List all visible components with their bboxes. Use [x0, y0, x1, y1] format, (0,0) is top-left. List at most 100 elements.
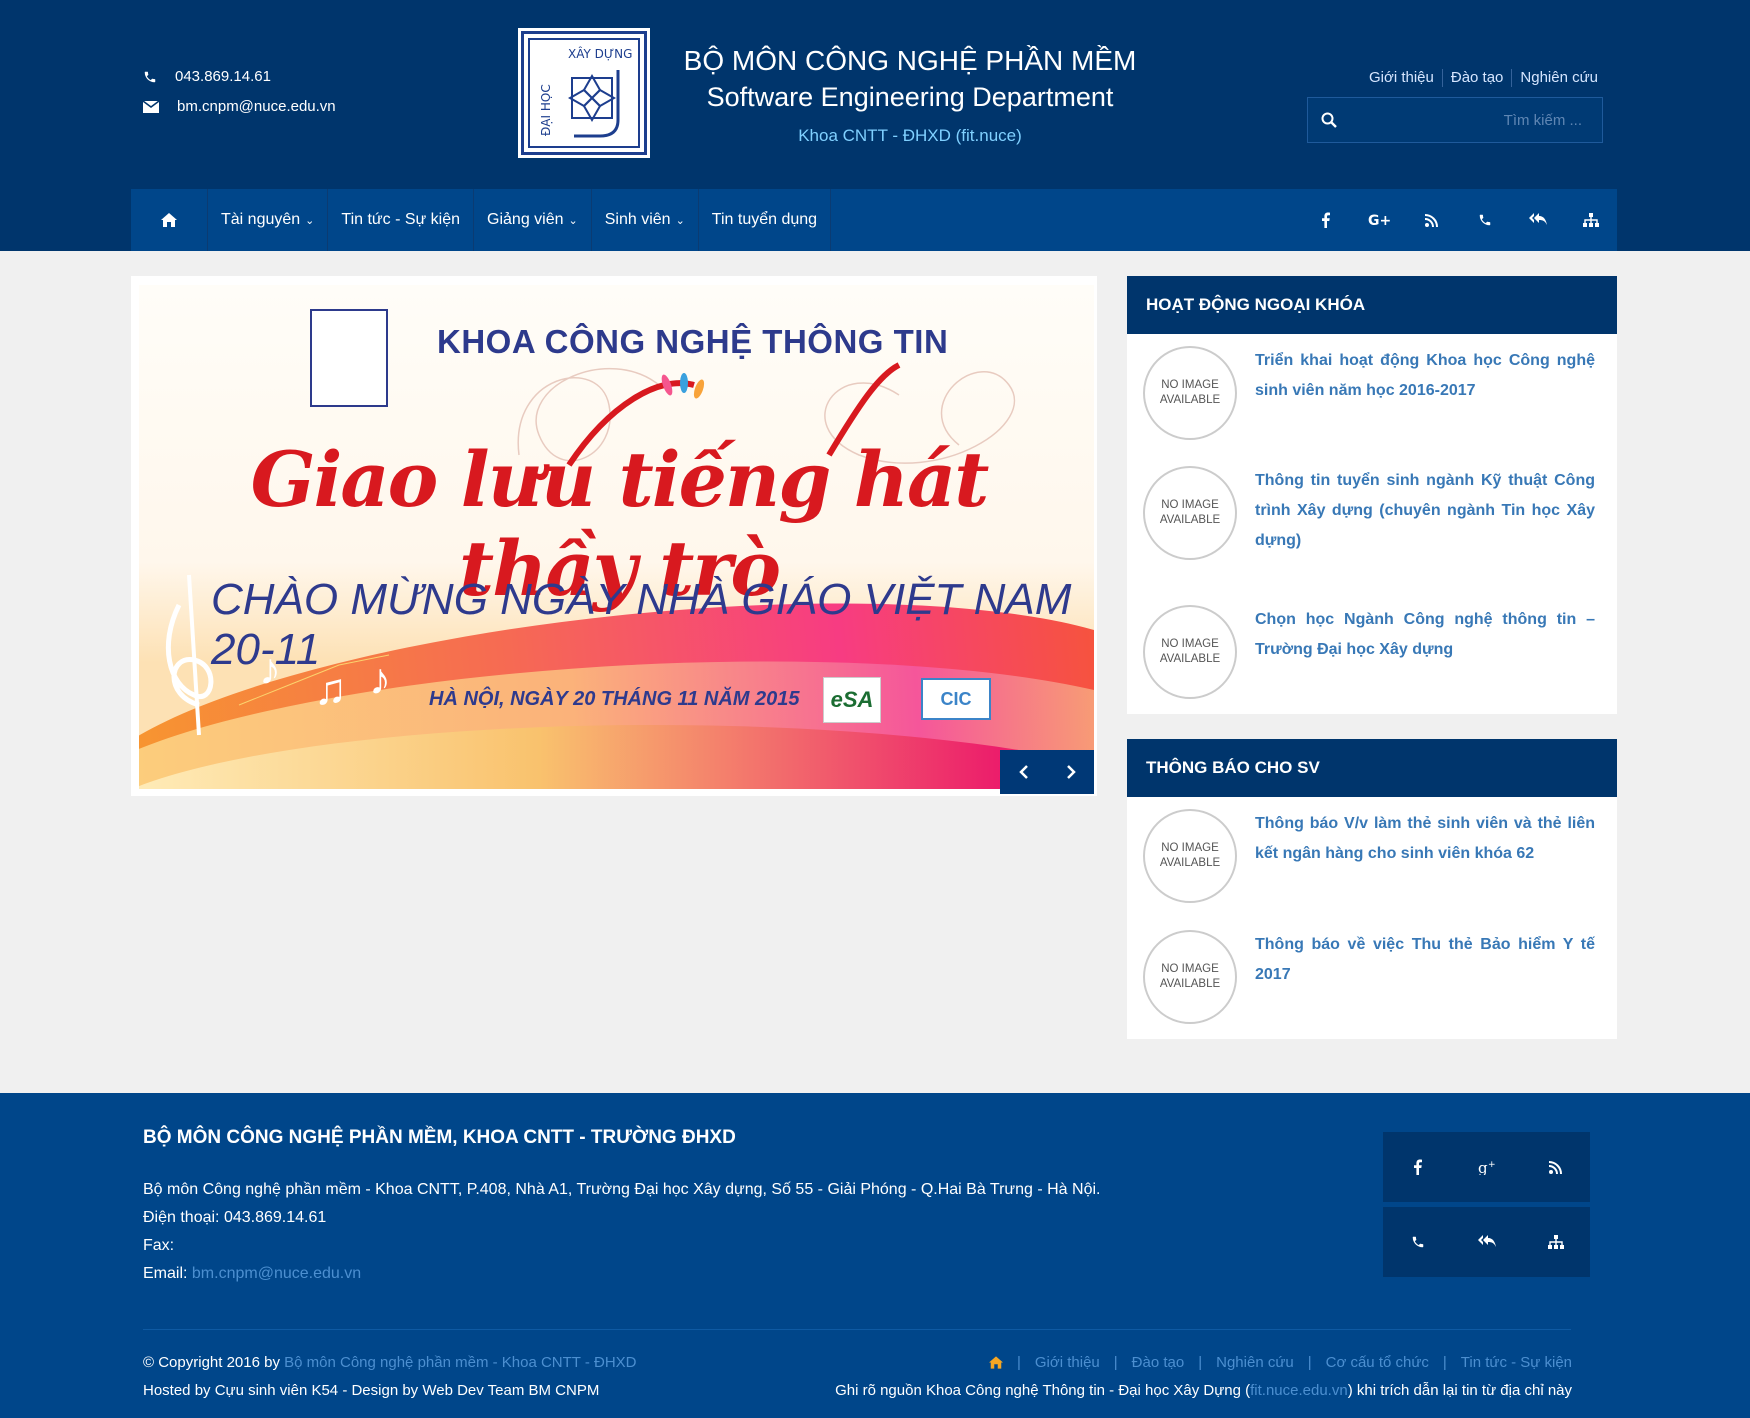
footer-link-nghien-cuu[interactable]: Nghiên cứu [1216, 1354, 1294, 1371]
banner-university-logo [310, 309, 388, 407]
footer-link-tin-tuc[interactable]: Tin tức - Sự kiện [1461, 1354, 1572, 1371]
sitemap-icon[interactable] [1521, 1207, 1590, 1277]
nav-home[interactable] [131, 189, 208, 251]
facebook-icon[interactable] [1299, 189, 1352, 251]
divider [1441, 69, 1443, 87]
site-brand[interactable]: BỘ MÔN CÔNG NGHỆ PHẦN MỀM Software Engin… [660, 44, 1160, 146]
nav-item-giang-vien[interactable]: Giảng viên ⌄ [474, 189, 592, 251]
separator: | [1016, 1354, 1021, 1371]
post-title[interactable]: Thông tin tuyển sinh ngành Kỹ thuật Công… [1255, 466, 1595, 560]
footer-link-co-cau[interactable]: Cơ cấu tổ chức [1326, 1354, 1429, 1371]
no-image-label: NO IMAGE [1161, 638, 1219, 650]
no-image-label: AVAILABLE [1159, 653, 1221, 665]
footer-links: | Giới thiệu | Đào tạo | Nghiên cứu | Cơ… [988, 1354, 1572, 1371]
home-icon[interactable] [988, 1354, 1003, 1371]
banner-date: HÀ NỘI, NGÀY 20 THÁNG 11 NĂM 2015 [429, 688, 800, 710]
chevron-right-icon[interactable] [1047, 750, 1094, 794]
nav-item-tai-nguyen[interactable]: Tài nguyên ⌄ [208, 189, 329, 251]
rss-icon[interactable] [1405, 189, 1458, 251]
svg-text:+: + [1488, 1160, 1496, 1170]
rss-icon[interactable] [1521, 1132, 1590, 1202]
no-image-placeholder: NO IMAGE AVAILABLE [1143, 346, 1237, 440]
top-link-gioi-thieu[interactable]: Giới thiệu [1369, 69, 1434, 87]
slide-banner[interactable]: KHOA CÔNG NGHỆ THÔNG TIN Giao lưu tiếng … [139, 285, 1094, 789]
sitemap-icon[interactable] [1564, 189, 1617, 251]
nav-item-label: Tin tuyển dụng [711, 211, 818, 228]
footer-email: Email: bm.cnpm@nuce.edu.vn [143, 1265, 361, 1283]
footer-link-gioi-thieu[interactable]: Giới thiệu [1035, 1354, 1100, 1371]
nav-social-icons: G+ [1299, 189, 1617, 251]
reply-all-icon[interactable] [1511, 189, 1564, 251]
facebook-icon[interactable] [1383, 1132, 1452, 1202]
nav-item-tin-tuyen-dung[interactable]: Tin tuyển dụng [699, 189, 832, 251]
envelope-icon [143, 100, 165, 113]
chevron-down-icon: ⌄ [305, 214, 315, 227]
list-item[interactable]: NO IMAGE AVAILABLE Triển khai hoạt động K… [1143, 346, 1595, 440]
site-header: 043.869.14.61 bm.cnpm@nuce.edu.vn XÂY DỰ… [0, 0, 1750, 251]
google-plus-icon[interactable]: g + [1452, 1132, 1521, 1202]
search-icon[interactable] [1308, 112, 1350, 128]
post-title[interactable]: Chọn học Ngành Công nghệ thông tin – Trư… [1255, 605, 1595, 699]
no-image-label: AVAILABLE [1159, 394, 1221, 406]
nav-item-label: Sinh viên [604, 211, 671, 228]
separator: | [1307, 1354, 1312, 1371]
footer-title: BỘ MÔN CÔNG NGHỆ PHẦN MỀM, KHOA CNTT - T… [143, 1127, 736, 1148]
separator: | [1113, 1354, 1118, 1371]
post-title[interactable]: Thông báo V/v làm thẻ sinh viên và thẻ l… [1255, 809, 1595, 903]
search-input[interactable] [1350, 111, 1602, 129]
top-links: Giới thiệu Đào tạo Nghiên cứu [1369, 69, 1598, 87]
nav-item-label: Giảng viên [487, 211, 564, 228]
no-image-label: NO IMAGE [1161, 499, 1219, 511]
post-title[interactable]: Thông báo về việc Thu thẻ Bảo hiểm Y tế … [1255, 930, 1595, 1024]
list-item[interactable]: NO IMAGE AVAILABLE Chọn học Ngành Công ng… [1143, 605, 1595, 699]
google-plus-icon[interactable]: G+ [1352, 189, 1405, 251]
divider [1511, 69, 1513, 87]
list-item[interactable]: NO IMAGE AVAILABLE Thông báo V/v làm thẻ … [1143, 809, 1595, 903]
header-phone-text: 043.869.14.61 [175, 68, 271, 85]
svg-text:g: g [1478, 1159, 1488, 1175]
nav-item-tin-tuc[interactable]: Tin tức - Sự kiện [328, 189, 475, 251]
no-image-placeholder: NO IMAGE AVAILABLE [1143, 466, 1237, 560]
svg-text:G+: G+ [1368, 213, 1390, 227]
top-link-dao-tao[interactable]: Đào tạo [1451, 69, 1504, 87]
footer-link-dao-tao[interactable]: Đào tạo [1132, 1354, 1185, 1371]
list-item[interactable]: NO IMAGE AVAILABLE Thông tin tuyển sinh n… [1143, 466, 1595, 560]
featured-slider: KHOA CÔNG NGHỆ THÔNG TIN Giao lưu tiếng … [131, 276, 1097, 796]
university-logo[interactable]: XÂY DỰNG ĐẠI HỌC [521, 31, 647, 155]
site-subtitle: Khoa CNTT - ĐHXD (fit.nuce) [798, 126, 1022, 145]
footer-email-link[interactable]: bm.cnpm@nuce.edu.vn [192, 1265, 361, 1282]
footer-email-label: Email: [143, 1265, 188, 1282]
panel-extracurricular: HOẠT ĐỘNG NGOẠI KHÓA NO IMAGE AVAILABLE T… [1127, 276, 1617, 714]
no-image-label: NO IMAGE [1161, 842, 1219, 854]
no-image-placeholder: NO IMAGE AVAILABLE [1143, 605, 1237, 699]
footer-divider [143, 1329, 1571, 1330]
logo-text-side: ĐẠI HỌC [539, 84, 553, 136]
chevron-left-icon[interactable] [1000, 750, 1047, 794]
home-icon [161, 213, 177, 227]
header-email-text[interactable]: bm.cnpm@nuce.edu.vn [177, 98, 336, 115]
footer-copyright: © Copyright 2016 by Bộ môn Công nghệ phầ… [143, 1354, 637, 1371]
post-title[interactable]: Triển khai hoạt động Khoa học Công nghệ … [1255, 346, 1595, 440]
reply-all-icon[interactable] [1452, 1207, 1521, 1277]
header-phone: 043.869.14.61 [143, 68, 271, 85]
source-link[interactable]: fit.nuce.edu.vn [1250, 1382, 1348, 1399]
list-item[interactable]: NO IMAGE AVAILABLE Thông báo về việc Thu … [1143, 930, 1595, 1024]
logo-text-top: XÂY DỰNG [568, 46, 632, 61]
phone-icon[interactable] [1458, 189, 1511, 251]
footer-source-note: Ghi rõ nguồn Khoa Công nghệ Thông tin - … [835, 1382, 1572, 1399]
no-image-label: NO IMAGE [1161, 963, 1219, 975]
no-image-label: NO IMAGE [1161, 379, 1219, 391]
footer-phone-label: Điện thoại: [143, 1209, 220, 1226]
sponsor-logo-cic: CIC [921, 678, 991, 720]
footer-address: Bộ môn Công nghệ phần mềm - Khoa CNTT, P… [143, 1181, 1101, 1198]
no-image-label: AVAILABLE [1159, 978, 1221, 990]
nav-item-label: Tài nguyên [221, 211, 301, 228]
no-image-label: AVAILABLE [1159, 857, 1221, 869]
copyright-link[interactable]: Bộ môn Công nghệ phần mềm - Khoa CNTT - … [284, 1354, 636, 1371]
phone-icon[interactable] [1383, 1207, 1452, 1277]
slider-arrows [1000, 750, 1094, 794]
header-email[interactable]: bm.cnpm@nuce.edu.vn [143, 98, 336, 115]
nav-item-sinh-vien[interactable]: Sinh viên ⌄ [592, 189, 699, 251]
top-link-nghien-cuu[interactable]: Nghiên cứu [1520, 69, 1598, 87]
panel-title: HOẠT ĐỘNG NGOẠI KHÓA [1127, 276, 1617, 334]
